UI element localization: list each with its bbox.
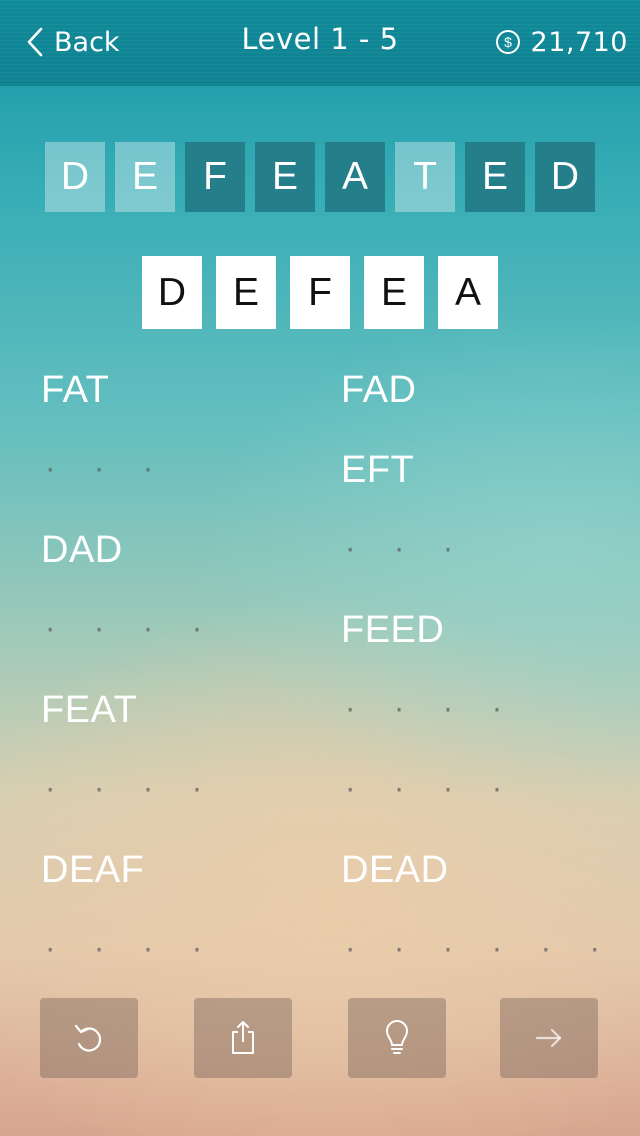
found-word: FEED <box>341 608 445 651</box>
found-word: DEAF <box>41 848 145 891</box>
word-slot: · · · · <box>41 590 341 670</box>
target-letter-tile[interactable]: E <box>115 142 175 212</box>
selected-letter-tile[interactable]: D <box>142 256 202 329</box>
word-slot: · · · · <box>341 750 640 830</box>
selected-letter-tile[interactable]: E <box>364 256 424 329</box>
word-slot: · · · <box>341 510 640 590</box>
selected-letter-tile[interactable]: E <box>216 256 276 329</box>
target-letter-tile[interactable]: F <box>185 142 245 212</box>
word-slot: · · · · <box>41 750 341 830</box>
target-letter-tile[interactable]: E <box>465 142 525 212</box>
found-word: EFT <box>341 448 415 491</box>
hidden-word-placeholder: · · · · <box>43 776 215 804</box>
word-slot: FAD <box>341 350 640 430</box>
target-word: DEFEATED <box>45 142 605 212</box>
hidden-word-placeholder: · · · · · · <box>343 936 612 964</box>
word-column-right: FAD EFT · · · FEED · · · · · · · · DEAD · · · ·… <box>341 350 640 990</box>
word-slot: DEAD <box>341 830 640 910</box>
word-column-left: FAT · · · DAD · · · · FEAT · · · · DEAF · · · · <box>41 350 341 990</box>
target-letter-tile[interactable]: E <box>255 142 315 212</box>
hidden-word-placeholder: · · · · <box>43 616 215 644</box>
target-letter-tile[interactable]: T <box>395 142 455 212</box>
hidden-word-placeholder: · · · <box>43 456 166 484</box>
found-word: DAD <box>41 528 123 571</box>
word-slot: FEED <box>341 590 640 670</box>
share-button[interactable] <box>194 998 292 1078</box>
word-slot: · · · <box>41 430 341 510</box>
hidden-word-placeholder: · · · · <box>43 936 215 964</box>
coin-balance: $ 21,710 <box>495 22 628 62</box>
target-letter-tile[interactable]: D <box>535 142 595 212</box>
coin-count: 21,710 <box>530 26 628 58</box>
word-slot: DEAF <box>41 830 341 910</box>
lightbulb-icon <box>386 1020 408 1054</box>
hint-button[interactable] <box>348 998 446 1078</box>
word-slot: FEAT <box>41 670 341 750</box>
selected-letter-tile[interactable]: A <box>438 256 498 329</box>
next-button[interactable] <box>500 998 598 1078</box>
target-letter-tile[interactable]: D <box>45 142 105 212</box>
word-slot: DAD <box>41 510 341 590</box>
refresh-icon <box>74 1024 102 1052</box>
word-slot: · · · · <box>341 670 640 750</box>
hidden-word-placeholder: · · · · <box>343 696 515 724</box>
dollar-coin-icon: $ <box>495 30 520 54</box>
found-word: FEAT <box>41 688 138 731</box>
word-slot: · · · · <box>41 910 341 990</box>
target-letter-tile[interactable]: A <box>325 142 385 212</box>
share-icon <box>232 1021 254 1054</box>
word-slot: · · · · · · <box>341 910 640 990</box>
found-word: FAD <box>341 368 417 411</box>
svg-text:$: $ <box>504 34 512 50</box>
hidden-word-placeholder: · · · <box>343 536 466 564</box>
word-slot: FAT <box>41 350 341 430</box>
selected-letter-tile[interactable]: F <box>290 256 350 329</box>
hidden-word-placeholder: · · · · <box>343 776 515 804</box>
word-slot: EFT <box>341 430 640 510</box>
found-word: DEAD <box>341 848 449 891</box>
bottom-toolbar <box>40 998 600 1078</box>
reset-button[interactable] <box>40 998 138 1078</box>
selected-letters: DEFEA <box>142 256 512 329</box>
found-word: FAT <box>41 368 110 411</box>
arrow-right-icon <box>535 1028 562 1048</box>
